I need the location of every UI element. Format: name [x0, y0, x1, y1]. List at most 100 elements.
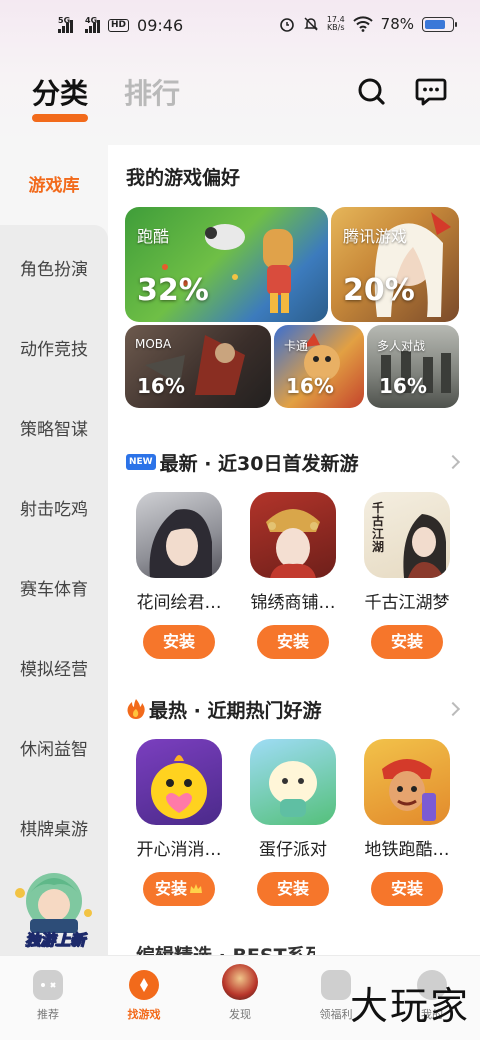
sidebar-item-action[interactable]: 动作竞技 [0, 335, 108, 360]
game-name: 开心消消… [136, 840, 222, 860]
sidebar-item-rpg[interactable]: 角色扮演 [0, 255, 108, 280]
game-icon-danzai[interactable] [250, 739, 336, 825]
pref-tile-percent: 32% [137, 273, 209, 308]
install-button[interactable]: 安装 [257, 625, 329, 659]
chevron-right-icon[interactable] [445, 701, 461, 717]
game-card-subway: 地铁跑酷… 安装 [350, 739, 464, 906]
status-left: 5G 4G HD 09:46 [58, 16, 183, 35]
tab-ranking-label: 排行 [124, 77, 181, 110]
sidebar-item-strategy[interactable]: 策略智谋 [0, 415, 108, 440]
watermark-logo: 大玩家 [349, 984, 470, 1028]
game-icon-huajian[interactable] [136, 492, 222, 578]
preferences-title: 我的游戏偏好 [126, 167, 241, 189]
pref-tile-percent: 16% [379, 374, 427, 398]
hd-badge: HD [108, 19, 130, 32]
install-button[interactable]: 安装 [257, 872, 329, 906]
qiangu-logo-text: 千古江湖 [371, 501, 384, 554]
fire-icon [127, 699, 145, 719]
pref-tile-multiplayer[interactable]: 多人对战 16% [367, 325, 459, 408]
main-content: 我的游戏偏好 跑酷 32% 腾讯游戏 20% MOBA 16% 卡通 16% 多… [108, 145, 480, 955]
game-icon-qiangu[interactable]: 千古江湖 [364, 492, 450, 578]
tab-category[interactable]: 分类 [32, 72, 89, 122]
mute-bell-icon [304, 17, 318, 31]
xiaoxiao-art [151, 755, 207, 819]
wifi-icon [352, 16, 373, 32]
game-icon-jinxiu[interactable] [250, 492, 336, 578]
pref-tile-label: 多人对战 [377, 339, 426, 353]
signal-4g-icon: 4G [85, 15, 100, 33]
game-card-jinxiu: 锦绣商铺… 安装 [236, 492, 350, 659]
tab-active-indicator [32, 114, 89, 122]
new-section-title[interactable]: NEW 最新 · 近30日首发新游 [126, 449, 359, 476]
net-4g-label: 4G [85, 15, 98, 25]
nav-label: 推荐 [37, 1008, 59, 1021]
pref-tile-label: 跑酷 [137, 227, 170, 246]
search-icon[interactable] [354, 74, 388, 108]
sidebar-item-casual[interactable]: 休闲益智 [0, 735, 108, 760]
message-icon[interactable] [414, 74, 448, 108]
battery-fill [425, 19, 445, 29]
install-button-label: 安装 [154, 879, 187, 898]
net-5g-label: 5G [58, 15, 71, 25]
nav-label: 找游戏 [127, 1008, 161, 1021]
clock: 09:46 [137, 16, 184, 35]
game-icon-subway[interactable] [364, 739, 450, 825]
signal-5g-icon: 5G [58, 15, 73, 33]
compass-icon [129, 970, 159, 1000]
tab-ranking[interactable]: 排行 [124, 72, 180, 112]
new-badge-icon: NEW [126, 453, 156, 470]
gamepad-icon [33, 970, 63, 1000]
indie-promo-banner[interactable]: 独游上新 [8, 863, 100, 955]
install-button[interactable]: 安装 [143, 625, 215, 659]
nav-label: 发现 [229, 1008, 251, 1021]
game-card-danzai: 蛋仔派对 安装 [236, 739, 350, 906]
game-card-qiangu: 千古江湖 千古江湖梦 安装 [350, 492, 464, 659]
pref-tile-label: 卡通 [284, 339, 309, 353]
game-name: 锦绣商铺… [250, 593, 336, 613]
jinxiu-art [266, 509, 320, 578]
huajian-art [149, 509, 212, 578]
install-button[interactable]: 安装 [371, 872, 443, 906]
nav-discover[interactable]: 发现 [200, 964, 280, 1022]
pref-tile-label: 腾讯游戏 [343, 227, 408, 246]
gift-icon [321, 970, 351, 1000]
sidebar-item-simulation[interactable]: 模拟经营 [0, 655, 108, 680]
sidebar-item-racing[interactable]: 赛车体育 [0, 575, 108, 600]
chevron-right-icon[interactable] [445, 454, 461, 470]
nav-find-games[interactable]: 找游戏 [104, 970, 184, 1022]
pref-tile-tencent[interactable]: 腾讯游戏 20% [331, 207, 459, 322]
sidebar-item-game-library[interactable]: 游戏库 [0, 145, 108, 225]
battery-icon [422, 16, 457, 32]
pref-tile-percent: 16% [286, 374, 334, 398]
pref-tile-cartoon[interactable]: 卡通 16% [274, 325, 364, 408]
pref-tile-moba[interactable]: MOBA 16% [125, 325, 271, 408]
sidebar-item-board[interactable]: 棋牌桌游 [0, 815, 108, 840]
subway-art [382, 759, 436, 821]
editor-picks-title[interactable]: 编辑精选 · BEST系列 [126, 941, 315, 955]
pref-tile-percent: 20% [343, 273, 415, 308]
install-button[interactable]: 安装 [371, 625, 443, 659]
danzai-art [269, 761, 317, 817]
hot-section-title-text: 最热 · 近期热门好游 [149, 700, 322, 722]
sidebar-item-shooter[interactable]: 射击吃鸡 [0, 495, 108, 520]
game-name: 千古江湖梦 [364, 593, 450, 613]
battery-percent: 78% [380, 15, 414, 33]
game-name: 地铁跑酷… [364, 840, 450, 860]
net-speed: 17.4 KB/s [327, 16, 345, 32]
game-card-xiaoxiao: 开心消消… 安装 [122, 739, 236, 906]
status-right: 17.4 KB/s 78% [279, 15, 457, 33]
tab-category-label: 分类 [32, 77, 89, 110]
status-bar: 5G 4G HD 09:46 17.4 KB/s 78% [0, 0, 480, 52]
category-sidebar: 游戏库 角色扮演 动作竞技 策略智谋 射击吃鸡 赛车体育 模拟经营 休闲益智 棋… [0, 145, 108, 955]
net-speed-unit: KB/s [326, 23, 345, 32]
pref-tile-parkour[interactable]: 跑酷 32% [125, 207, 328, 322]
game-icon-xiaoxiao[interactable] [136, 739, 222, 825]
nav-recommend[interactable]: 推荐 [8, 970, 88, 1022]
hot-section-title[interactable]: 最热 · 近期热门好游 [126, 696, 321, 723]
alarm-icon [280, 18, 294, 32]
crown-icon [190, 884, 202, 893]
editor-picks-title-text: 编辑精选 · BEST系列 [136, 945, 315, 955]
indie-promo-label: 独游上新 [24, 931, 85, 950]
install-button[interactable]: 安装 [143, 872, 215, 906]
game-name: 蛋仔派对 [259, 840, 327, 860]
